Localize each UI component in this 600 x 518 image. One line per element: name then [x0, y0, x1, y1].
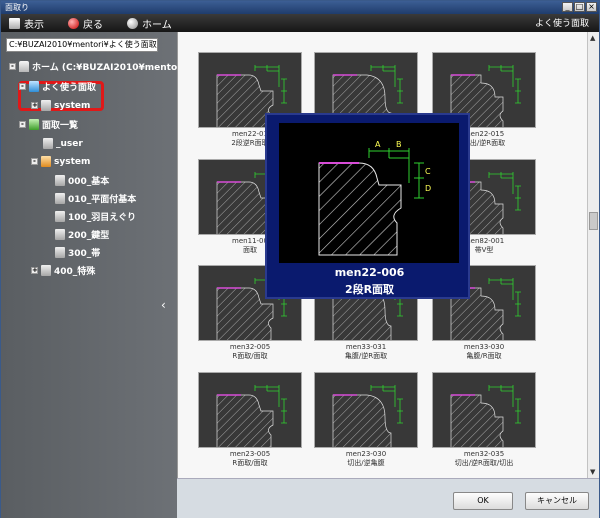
profile-thumbnail: [432, 372, 536, 448]
profile-name: R面取/面取: [232, 352, 268, 360]
scroll-up-icon[interactable]: ▲: [590, 34, 595, 42]
title-bar: 面取り _ □ ×: [1, 1, 599, 14]
maximize-button[interactable]: □: [574, 2, 585, 12]
profile-card[interactable]: men23-030 切出/逆亀腹: [314, 372, 418, 468]
dim-label-b: B: [396, 140, 402, 149]
tree-item-label: 面取一覧: [42, 121, 79, 131]
profile-thumbnail: [198, 372, 302, 448]
tree-item[interactable]: +400_特殊: [31, 264, 95, 277]
folder-icon: [55, 229, 65, 240]
vertical-scrollbar[interactable]: ▲ ▼: [587, 32, 599, 478]
tree-item-label: よく使う面取: [42, 83, 97, 93]
tree-item[interactable]: - ホーム (C:¥BUZAI2010¥mentori): [9, 60, 189, 73]
folder-icon: [55, 211, 65, 222]
tree-item-label: 400_特殊: [54, 267, 96, 277]
tree-item-label: _user: [56, 138, 83, 149]
home-button[interactable]: ホーム: [127, 16, 172, 31]
dim-label-c: C: [425, 167, 431, 176]
tree-item-label: 300_帯: [68, 249, 101, 259]
tree-item[interactable]: 300_帯: [43, 246, 100, 259]
back-button[interactable]: 戻る: [68, 16, 103, 31]
tree-item[interactable]: - 面取一覧: [19, 118, 78, 131]
window-controls: _ □ ×: [562, 2, 597, 12]
toolbar: 表示 戻る ホーム よく使う面取: [1, 14, 599, 32]
display-icon: [9, 17, 20, 29]
dim-label-d: D: [425, 184, 431, 193]
preview-image: A B C D: [279, 123, 459, 263]
folder-icon: [55, 193, 65, 204]
tree-item-label: 010_平面付基本: [68, 195, 137, 205]
profile-name: 亀腹/逆R面取: [344, 352, 388, 360]
expand-icon[interactable]: +: [31, 267, 38, 274]
profile-name: 切出/逆亀腹: [347, 459, 385, 467]
preview-name: 2段R面取: [344, 283, 395, 296]
back-label: 戻る: [83, 19, 103, 31]
tree-item-label: 000_基本: [68, 177, 110, 187]
scroll-thumb[interactable]: [589, 212, 598, 230]
tree-item[interactable]: 100_羽目えぐり: [43, 210, 136, 223]
collapse-sidebar-icon[interactable]: ‹: [161, 298, 166, 312]
scroll-down-icon[interactable]: ▼: [590, 468, 595, 476]
profile-code: men32-035: [463, 450, 505, 458]
tree-item[interactable]: - system: [31, 156, 90, 167]
folder-icon: [55, 247, 65, 258]
folder-icon: [29, 119, 39, 130]
tree-item-label: 200_鍵型: [68, 231, 110, 241]
current-folder-label: よく使う面取: [534, 19, 589, 29]
folder-icon: [55, 175, 65, 186]
tree-item[interactable]: 200_鍵型: [43, 228, 109, 241]
profile-code: men23-005: [229, 450, 271, 458]
tree-item[interactable]: 000_基本: [43, 174, 109, 187]
preview-popup: A B C D men22-006 2段R面取: [265, 113, 470, 299]
path-field[interactable]: C:¥BUZAI2010¥mentori¥よく使う面取: [6, 38, 158, 52]
window-title: 面取り: [5, 3, 29, 12]
profile-name: 切出/逆R面取/切出: [454, 459, 514, 467]
sidebar: C:¥BUZAI2010¥mentori¥よく使う面取 - ホーム (C:¥BUZ…: [1, 32, 189, 518]
home-folder-icon: [19, 61, 29, 72]
home-icon: [127, 17, 138, 29]
expand-icon[interactable]: +: [31, 102, 38, 109]
collapse-icon[interactable]: -: [9, 63, 16, 70]
profile-card[interactable]: men32-035 切出/逆R面取/切出: [432, 372, 536, 468]
tree-item-label: system: [54, 100, 91, 111]
folder-icon: [41, 265, 51, 276]
profile-code: men33-030: [463, 343, 505, 351]
profile-card[interactable]: men23-005 R面取/面取: [198, 372, 302, 468]
footer-bar: OK キャンセル: [177, 478, 599, 518]
tree-item[interactable]: + system: [31, 100, 90, 111]
folder-icon: [41, 156, 51, 167]
display-button[interactable]: 表示: [9, 16, 44, 31]
folder-icon: [43, 138, 53, 149]
profile-name: R面取/面取: [232, 459, 268, 467]
preview-code: men22-006: [334, 266, 405, 279]
profile-code: men23-030: [345, 450, 387, 458]
display-label: 表示: [24, 19, 44, 31]
tree-item-label: ホーム (C:¥BUZAI2010¥mentori): [32, 63, 189, 73]
collapse-icon[interactable]: -: [19, 121, 26, 128]
home-label: ホーム: [142, 19, 172, 31]
tree-item[interactable]: - よく使う面取: [19, 80, 96, 93]
tree-item[interactable]: 010_平面付基本: [43, 192, 136, 205]
collapse-icon[interactable]: -: [19, 83, 26, 90]
tree-item-label: 100_羽目えぐり: [68, 213, 137, 223]
collapse-icon[interactable]: -: [31, 158, 38, 165]
cancel-button[interactable]: キャンセル: [525, 492, 589, 510]
minimize-button[interactable]: _: [562, 2, 573, 12]
back-icon: [68, 17, 79, 29]
dim-label-a: A: [375, 140, 381, 149]
folder-icon: [41, 100, 51, 111]
tree-item-label: system: [54, 156, 91, 167]
close-button[interactable]: ×: [586, 2, 597, 12]
folder-icon: [29, 81, 39, 92]
profile-code: men33-031: [345, 343, 387, 351]
ok-button[interactable]: OK: [453, 492, 513, 510]
profile-thumbnail: [314, 372, 418, 448]
profile-code: men32-005: [229, 343, 271, 351]
tree-item[interactable]: _user: [31, 138, 83, 149]
profile-name: 亀腹/R面取: [466, 352, 502, 360]
main-window: 面取り _ □ × 表示 戻る ホーム よく使う面取 C:¥BUZAI2010¥…: [0, 0, 600, 518]
profile-drawing: A B C D: [318, 140, 431, 256]
